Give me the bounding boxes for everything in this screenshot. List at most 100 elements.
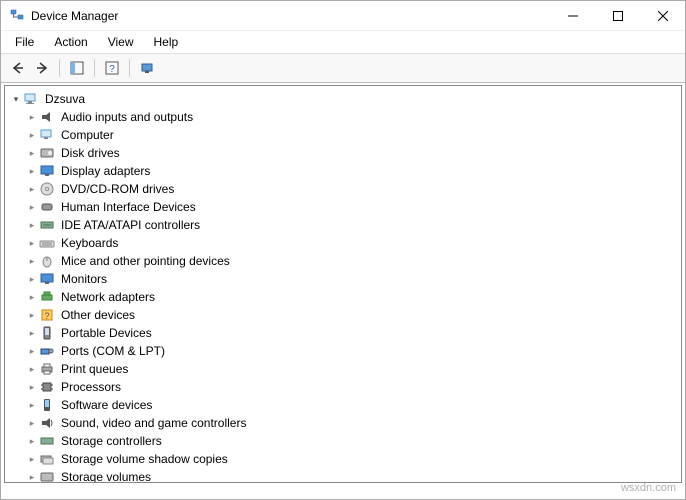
tree-category[interactable]: Disk drives [7, 144, 679, 162]
tree-category[interactable]: ? Other devices [7, 306, 679, 324]
expand-collapse-arrow[interactable] [25, 364, 39, 375]
tree-category[interactable]: Ports (COM & LPT) [7, 342, 679, 360]
category-label[interactable]: Disk drives [59, 144, 122, 162]
expand-collapse-arrow[interactable] [25, 166, 39, 177]
menu-action[interactable]: Action [44, 33, 97, 51]
ide-icon [39, 217, 55, 233]
svg-text:?: ? [44, 311, 49, 321]
expand-collapse-arrow[interactable] [25, 220, 39, 231]
category-label[interactable]: Processors [59, 378, 123, 396]
svg-text:?: ? [109, 64, 115, 75]
category-label[interactable]: Storage volume shadow copies [59, 450, 230, 468]
category-label[interactable]: Sound, video and game controllers [59, 414, 248, 432]
tree-category[interactable]: Portable Devices [7, 324, 679, 342]
cpu-icon [39, 379, 55, 395]
category-label[interactable]: Display adapters [59, 162, 152, 180]
expand-collapse-arrow[interactable] [25, 400, 39, 411]
category-label[interactable]: IDE ATA/ATAPI controllers [59, 216, 202, 234]
expand-collapse-arrow[interactable] [25, 436, 39, 447]
tree-category[interactable]: Mice and other pointing devices [7, 252, 679, 270]
expand-collapse-arrow[interactable] [25, 148, 39, 159]
category-label[interactable]: DVD/CD-ROM drives [59, 180, 176, 198]
hid-icon [39, 199, 55, 215]
volume-icon [39, 469, 55, 483]
titlebar: Device Manager [1, 1, 685, 31]
expand-collapse-arrow[interactable] [25, 274, 39, 285]
expand-collapse-arrow[interactable] [25, 328, 39, 339]
disk-icon [39, 145, 55, 161]
close-button[interactable] [640, 1, 685, 31]
tree-category[interactable]: Display adapters [7, 162, 679, 180]
help-button[interactable]: ? [101, 57, 123, 79]
window-title: Device Manager [31, 9, 550, 23]
show-hide-tree-button[interactable] [66, 57, 88, 79]
display-icon [39, 163, 55, 179]
expand-collapse-arrow[interactable] [25, 454, 39, 465]
tree-category[interactable]: IDE ATA/ATAPI controllers [7, 216, 679, 234]
category-label[interactable]: Computer [59, 126, 116, 144]
maximize-button[interactable] [595, 1, 640, 31]
help-icon: ? [105, 61, 119, 75]
portable-icon [39, 325, 55, 341]
category-label[interactable]: Storage volumes [59, 468, 153, 483]
toolbar-separator [129, 59, 130, 77]
back-button[interactable] [7, 57, 29, 79]
category-label[interactable]: Portable Devices [59, 324, 154, 342]
category-label[interactable]: Print queues [59, 360, 130, 378]
shadow-icon [39, 451, 55, 467]
tree-category[interactable]: Monitors [7, 270, 679, 288]
tree-category[interactable]: Software devices [7, 396, 679, 414]
minimize-button[interactable] [550, 1, 595, 31]
expand-collapse-arrow[interactable] [25, 292, 39, 303]
tree-category[interactable]: Storage volumes [7, 468, 679, 483]
monitor-icon [39, 271, 55, 287]
tree-category[interactable]: Sound, video and game controllers [7, 414, 679, 432]
tree-category[interactable]: Processors [7, 378, 679, 396]
tree-category[interactable]: Human Interface Devices [7, 198, 679, 216]
menu-view[interactable]: View [98, 33, 144, 51]
tree-pane-icon [70, 61, 84, 75]
expand-collapse-arrow[interactable] [25, 382, 39, 393]
expand-collapse-arrow[interactable] [9, 94, 23, 105]
app-icon [9, 8, 25, 24]
expand-collapse-arrow[interactable] [25, 238, 39, 249]
tree-category[interactable]: Computer [7, 126, 679, 144]
expand-collapse-arrow[interactable] [25, 202, 39, 213]
category-label[interactable]: Audio inputs and outputs [59, 108, 195, 126]
scan-hardware-button[interactable] [136, 57, 158, 79]
expand-collapse-arrow[interactable] [25, 256, 39, 267]
tree-category[interactable]: Storage controllers [7, 432, 679, 450]
tree-category[interactable]: DVD/CD-ROM drives [7, 180, 679, 198]
tree-category[interactable]: Keyboards [7, 234, 679, 252]
category-label[interactable]: Software devices [59, 396, 154, 414]
tree-category[interactable]: Network adapters [7, 288, 679, 306]
expand-collapse-arrow[interactable] [25, 418, 39, 429]
forward-button[interactable] [31, 57, 53, 79]
menu-file[interactable]: File [5, 33, 44, 51]
expand-collapse-arrow[interactable] [25, 310, 39, 321]
expand-collapse-arrow[interactable] [25, 184, 39, 195]
back-arrow-icon [11, 61, 25, 75]
menu-help[interactable]: Help [144, 33, 189, 51]
tree-category[interactable]: Print queues [7, 360, 679, 378]
category-label[interactable]: Monitors [59, 270, 109, 288]
category-label[interactable]: Keyboards [59, 234, 120, 252]
category-label[interactable]: Storage controllers [59, 432, 164, 450]
device-tree[interactable]: Dzsuva Audio inputs and outputsComputerD… [4, 85, 682, 483]
close-icon [658, 11, 668, 21]
expand-collapse-arrow[interactable] [25, 346, 39, 357]
category-label[interactable]: Human Interface Devices [59, 198, 198, 216]
category-label[interactable]: Network adapters [59, 288, 157, 306]
category-label[interactable]: Ports (COM & LPT) [59, 342, 167, 360]
expand-collapse-arrow[interactable] [25, 472, 39, 483]
tree-category[interactable]: Audio inputs and outputs [7, 108, 679, 126]
tree-category[interactable]: Storage volume shadow copies [7, 450, 679, 468]
expand-collapse-arrow[interactable] [25, 130, 39, 141]
tree-root[interactable]: Dzsuva [7, 90, 679, 108]
window-controls [550, 1, 685, 31]
category-label[interactable]: Mice and other pointing devices [59, 252, 232, 270]
category-label[interactable]: Other devices [59, 306, 137, 324]
minimize-icon [568, 11, 578, 21]
expand-collapse-arrow[interactable] [25, 112, 39, 123]
root-label[interactable]: Dzsuva [43, 90, 87, 108]
